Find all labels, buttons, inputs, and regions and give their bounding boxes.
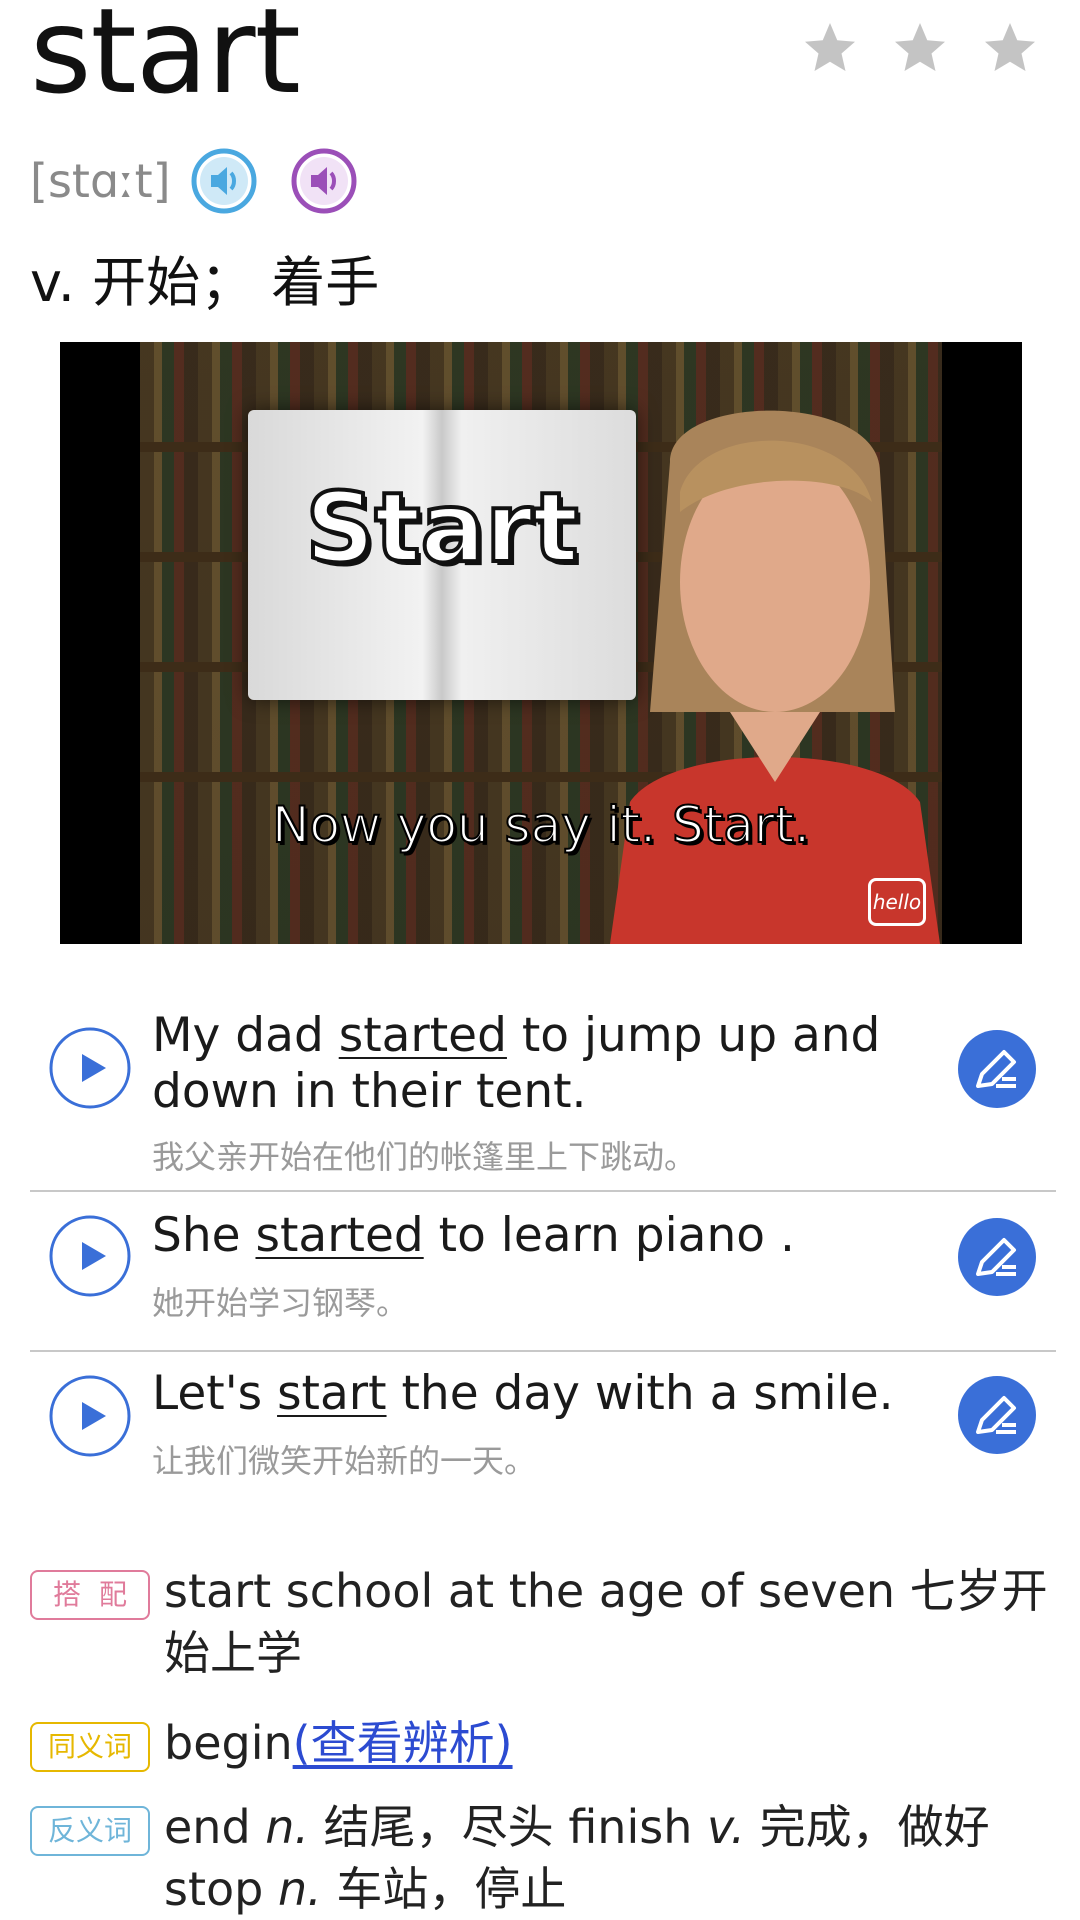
phonetic-text: [stɑːt]: [30, 154, 171, 208]
example-list: My dad started to jump up and down in th…: [30, 996, 1056, 1502]
synonym-tag: 同义词: [30, 1722, 150, 1772]
antonym-tag: 反义词: [30, 1806, 150, 1856]
collocation-section: 搭配 start school at the age of seven 七岁开始…: [30, 1560, 1060, 1684]
headword: start: [30, 0, 301, 120]
collocation-tag: 搭配: [30, 1570, 150, 1620]
example-zh: 她开始学习钢琴。: [152, 1284, 409, 1322]
video-frame: Start Now you say it. Start. hello: [140, 342, 942, 944]
antonym-section: 反义词 end n. 结尾，尽头 finish v. 完成，做好 stop n.…: [30, 1796, 1060, 1920]
synonym-section: 同义词 begin(查看辨析): [30, 1712, 1060, 1774]
play-icon[interactable]: [48, 1374, 132, 1458]
edit-note-icon[interactable]: [958, 1218, 1036, 1296]
uk-speaker-icon[interactable]: [191, 148, 257, 214]
rating-stars[interactable]: [800, 18, 1040, 78]
play-icon[interactable]: [48, 1026, 132, 1110]
edit-note-icon[interactable]: [958, 1376, 1036, 1454]
presenter: [610, 410, 940, 944]
pronunciation-video[interactable]: Start Now you say it. Start. hello: [60, 342, 1022, 944]
synonym-word: begin: [164, 1716, 293, 1770]
book-title: Start: [303, 470, 580, 586]
compare-link[interactable]: (查看辨析): [293, 1716, 513, 1770]
example-item: My dad started to jump up and down in th…: [30, 996, 1056, 1192]
star-icon[interactable]: [980, 18, 1040, 78]
video-logo: hello: [868, 878, 926, 926]
example-zh: 让我们微笑开始新的一天。: [152, 1442, 537, 1480]
example-item: She started to learn piano . 她开始学习钢琴。: [30, 1192, 1056, 1352]
example-item: Let's start the day with a smile. 让我们微笑开…: [30, 1352, 1056, 1502]
play-icon[interactable]: [48, 1214, 132, 1298]
example-en: She started to learn piano .: [152, 1208, 795, 1263]
star-icon[interactable]: [890, 18, 950, 78]
star-icon[interactable]: [800, 18, 860, 78]
pronunciation-row: [stɑːt]: [30, 144, 357, 218]
example-en: My dad started to jump up and down in th…: [152, 1008, 881, 1119]
video-subtitle: Now you say it. Start.: [271, 795, 811, 855]
example-zh: 我父亲开始在他们的帐篷里上下跳动。: [152, 1138, 697, 1176]
example-en: Let's start the day with a smile.: [152, 1366, 894, 1421]
definition: v. 开始； 着手: [30, 251, 380, 314]
collocation-text: start school at the age of seven 七岁开始上学: [164, 1564, 1048, 1680]
antonym-text: end n. 结尾，尽头 finish v. 完成，做好 stop n. 车站，…: [164, 1800, 990, 1916]
us-speaker-icon[interactable]: [291, 148, 357, 214]
edit-note-icon[interactable]: [958, 1030, 1036, 1108]
